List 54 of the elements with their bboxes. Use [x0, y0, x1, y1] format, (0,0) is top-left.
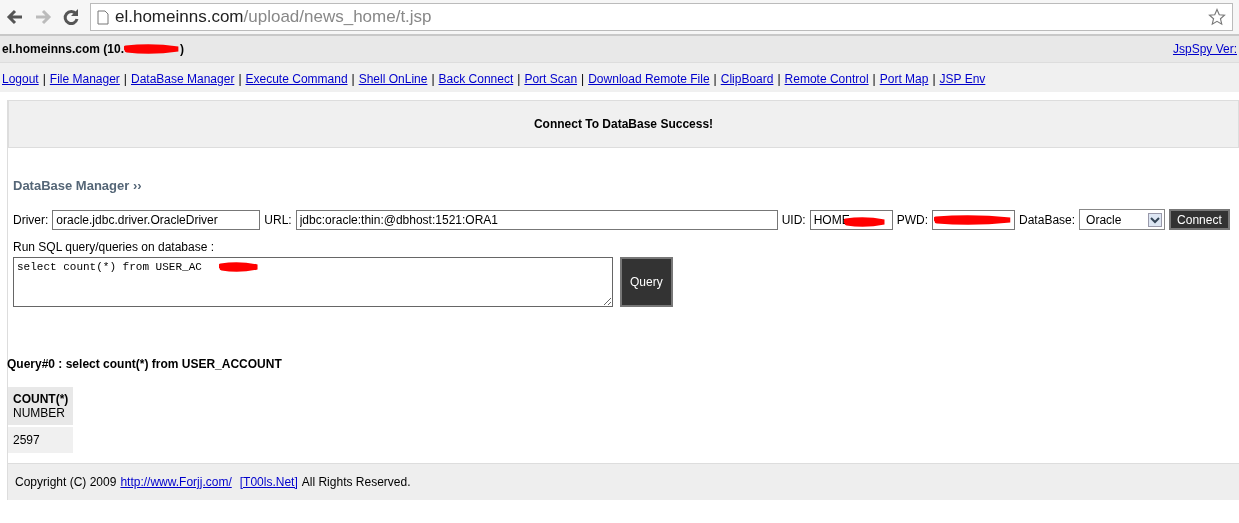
driver-field[interactable]: oracle.jdbc.driver.OracleDriver	[52, 209, 261, 230]
back-icon[interactable]	[6, 9, 24, 25]
separator: |	[872, 72, 876, 86]
nav-link[interactable]: JSP Env	[939, 72, 986, 86]
field-label: URL:	[264, 212, 292, 227]
field-label: PWD:	[896, 212, 929, 227]
reload-icon[interactable]	[62, 8, 80, 26]
database-select[interactable]: Oracle	[1079, 209, 1166, 230]
nav-link[interactable]: Port Map	[879, 72, 929, 86]
sql-query-field[interactable]: select count(*) from USER_AC	[13, 257, 613, 307]
connect-button[interactable]: Connect	[1169, 209, 1230, 230]
field-label: UID:	[781, 212, 806, 227]
status-message: Connect To DataBase Success!	[8, 100, 1239, 148]
column-header: COUNT(*) NUMBER	[8, 387, 74, 425]
separator: |	[351, 72, 355, 86]
nav-link[interactable]: Shell OnLine	[358, 72, 428, 86]
nav-link[interactable]: ClipBoard	[720, 72, 774, 86]
separator: |	[431, 72, 435, 86]
separator: |	[581, 72, 585, 86]
page-icon	[97, 9, 109, 25]
sql-label: Run SQL query/queries on database :	[13, 240, 216, 254]
host-title-end: )	[180, 42, 185, 56]
host-title: el.homeinns.com (10.	[2, 42, 125, 56]
footer-link[interactable]: [T00ls.Net]	[239, 475, 298, 489]
copyright-text: Copyright (C) 2009	[15, 475, 117, 489]
star-icon[interactable]	[1208, 8, 1226, 26]
rights-text: All Rights Reserved.	[301, 475, 411, 489]
separator: |	[932, 72, 936, 86]
nav-link[interactable]: Back Connect	[438, 72, 514, 86]
nav-link[interactable]: Remote Control	[784, 72, 869, 86]
nav-link[interactable]: File Manager	[49, 72, 120, 86]
query-title: Query#0 : select count(*) from USER_ACCOUNT	[7, 357, 283, 371]
dropdown-icon	[1148, 212, 1163, 227]
separator: |	[123, 72, 127, 86]
field-label: Driver:	[13, 212, 49, 227]
table-cell: 2597	[8, 427, 74, 453]
separator: |	[42, 72, 46, 86]
nav-link[interactable]: Port Scan	[524, 72, 578, 86]
section-title: DataBase Manager ››	[13, 178, 143, 193]
address-bar[interactable]: el.homeinns.com/upload/news_home/t.jsp	[90, 3, 1233, 31]
footer-link[interactable]: http://www.Forjj.com/	[120, 475, 232, 489]
nav-link[interactable]: DataBase Manager	[131, 72, 235, 86]
url-field[interactable]: jdbc:oracle:thin:@dbhost:1521:ORA1	[295, 209, 778, 230]
query-button[interactable]: Query	[620, 257, 673, 307]
separator: |	[238, 72, 242, 86]
field-label: DataBase:	[1019, 212, 1076, 227]
nav-link[interactable]: Logout	[2, 72, 39, 86]
nav-link[interactable]: Execute Command	[245, 72, 348, 86]
redaction-mark	[219, 262, 259, 272]
separator: |	[517, 72, 521, 86]
version-link[interactable]: JspSpy Ver:	[1172, 42, 1237, 56]
separator: |	[777, 72, 781, 86]
nav-link[interactable]: Download Remote File	[588, 72, 710, 86]
separator: |	[713, 72, 717, 86]
